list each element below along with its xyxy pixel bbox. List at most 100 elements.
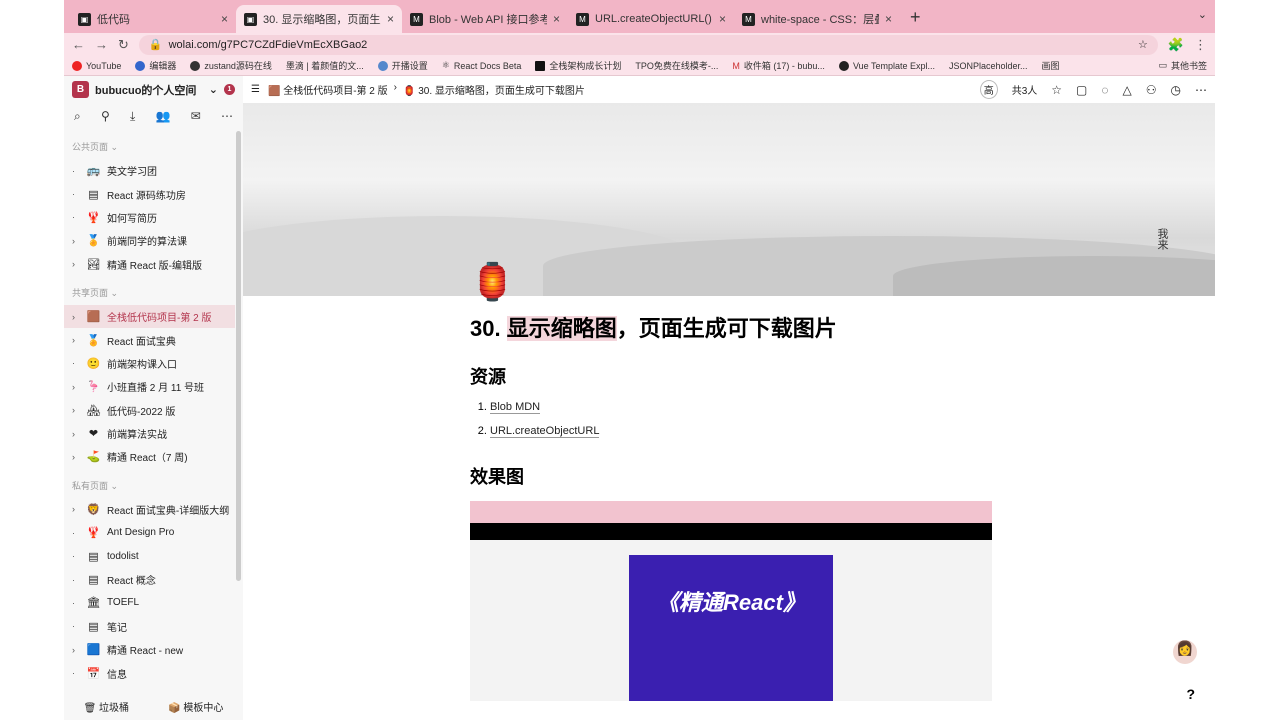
star-icon[interactable]: ☆ <box>1051 83 1062 97</box>
chevron-down-icon: ⌄ <box>208 84 218 96</box>
page-title[interactable]: 30. 显示缩略图，页面生成可下载图片 <box>470 311 1000 343</box>
workspace-switcher[interactable]: Bbubucuo的个人空间 ⌄ 1 <box>64 76 243 103</box>
chevron-right-icon[interactable]: › <box>72 452 80 462</box>
templates-button[interactable]: 📦 模板中心 <box>168 699 223 714</box>
more-icon[interactable]: ⋯ <box>221 109 233 124</box>
tab-blob-mdn[interactable]: MBlob - Web API 接口参考 | MDN× <box>402 5 568 33</box>
members-icon[interactable]: 👥 <box>156 109 171 124</box>
section-header[interactable]: 共享页面 ⌄ <box>64 276 243 305</box>
bullet-icon: · <box>72 189 75 200</box>
sidebar-item[interactable]: · 🏛 TOEFL <box>64 591 243 614</box>
bookmark[interactable]: zustand源码在线 <box>190 59 272 72</box>
bookmark[interactable]: 墨滴 | 着颜值的文... <box>286 59 364 72</box>
bookmark[interactable]: 编辑器 <box>135 59 176 72</box>
heading-resources: 资源 <box>470 367 506 387</box>
search-icon[interactable]: ⌕ <box>74 109 81 124</box>
chevron-right-icon[interactable]: › <box>72 382 80 392</box>
share-user-icon[interactable]: ⚇ <box>1146 83 1157 97</box>
sidebar-item[interactable]: › 🦁 React 面试宝典-详细版大纲 <box>64 498 243 521</box>
bookmark[interactable]: M 收件箱 (17) - bubu... <box>732 59 825 72</box>
sidebar-item[interactable]: › 🏘 低代码-2022 版 <box>64 399 243 422</box>
chevron-right-icon[interactable]: › <box>72 335 80 345</box>
bookmark[interactable]: JSONPlaceholder... <box>949 61 1028 71</box>
level-badge[interactable]: 高 <box>979 80 998 99</box>
inbox-icon[interactable]: ✉ <box>191 109 201 124</box>
bookmark[interactable]: 开播设置 <box>377 59 428 72</box>
sidebar-item[interactable]: › 🏅 前端同学的算法课 <box>64 229 243 252</box>
sidebar-item[interactable]: › 🏅 React 面试宝典 <box>64 328 243 351</box>
bookmark[interactable]: Vue Template Expl... <box>838 60 935 71</box>
close-icon[interactable]: × <box>553 12 560 26</box>
link-createobjecturl[interactable]: URL.createObjectURL <box>490 425 600 438</box>
close-icon[interactable]: × <box>387 12 394 26</box>
page-emoji-icon[interactable]: 🏮 <box>470 261 1000 303</box>
graph-icon[interactable]: ⚲ <box>101 109 110 124</box>
close-icon[interactable]: × <box>885 12 892 26</box>
chevron-right-icon[interactable]: › <box>72 259 80 269</box>
bookmark[interactable]: YouTube <box>72 60 121 71</box>
avatar[interactable]: 👩 <box>1173 640 1197 664</box>
graph-icon[interactable]: △ <box>1123 83 1132 97</box>
tab-current[interactable]: ▣30. 显示缩略图，页面生成可下载图片× <box>236 5 402 33</box>
menu-toggle-icon[interactable]: ☰ <box>251 84 260 95</box>
chevron-right-icon[interactable]: › <box>72 504 80 514</box>
tab-createobjecturl[interactable]: MURL.createObjectURL() - Web× <box>568 5 734 33</box>
chat-icon[interactable]: ◌ <box>1101 83 1108 97</box>
star-icon[interactable]: ☆ <box>1138 38 1148 51</box>
sidebar-item[interactable]: · 🚌 英文学习团 <box>64 159 243 182</box>
folder-icon: ▭ <box>1158 60 1167 70</box>
trash-button[interactable]: 🗑 垃圾桶 <box>84 699 129 714</box>
sidebar-item[interactable]: · ▤ todolist <box>64 544 243 567</box>
sidebar-item[interactable]: · 📅 信息 <box>64 661 243 684</box>
import-icon[interactable]: ⤓ <box>130 109 135 124</box>
bookmark-icon <box>377 60 388 71</box>
new-tab-button[interactable]: + <box>900 7 921 33</box>
chevron-right-icon[interactable]: › <box>72 429 80 439</box>
sidebar-item[interactable]: › 🏞 精通 React 版-编辑版 <box>64 253 243 276</box>
sidebar-item[interactable]: › 🟫 全栈低代码项目-第 2 版 <box>64 304 235 329</box>
sidebar-item[interactable]: · ▤ React 源码练功房 <box>64 182 243 205</box>
sidebar-item[interactable]: · ▤ React 概念 <box>64 568 243 591</box>
chevron-right-icon[interactable]: › <box>72 236 80 246</box>
bookmark[interactable]: TPO免费在线模考-... <box>635 59 718 72</box>
help-icon[interactable]: ? <box>1186 686 1195 702</box>
page-icon: 🏅 <box>86 334 101 347</box>
more-icon[interactable]: ⋯ <box>1195 83 1207 97</box>
url-input[interactable]: 🔒 wolai.com/g7PC7CZdFdieVmEcXBGao2 ☆ <box>138 34 1158 55</box>
breadcrumb-item[interactable]: 🏮 30. 显示缩略图，页面生成可下载图片 <box>403 82 585 97</box>
sidebar-item[interactable]: › 🟦 精通 React - new <box>64 638 243 661</box>
chevron-down-icon[interactable]: ⌄ <box>1198 8 1207 21</box>
sidebar-item[interactable]: · 🦞 Ant Design Pro <box>64 521 243 544</box>
back-icon[interactable]: ← <box>72 37 85 52</box>
tab-lowcode[interactable]: ▣ 低代码 × <box>70 5 236 33</box>
bookmark[interactable]: 画图 <box>1042 59 1060 72</box>
scrollbar[interactable] <box>236 131 241 581</box>
sidebar-item[interactable]: › ❤ 前端算法实战 <box>64 422 243 445</box>
sidebar-item[interactable]: › 🦩 小班直播 2 月 11 号班 <box>64 375 243 398</box>
bookmark[interactable]: ⚛ React Docs Beta <box>442 60 522 71</box>
chevron-right-icon[interactable]: › <box>72 405 80 415</box>
members-count[interactable]: 共3人 <box>1012 82 1038 97</box>
reload-icon[interactable]: ↻ <box>118 37 129 53</box>
page-icon: 🦩 <box>86 381 101 394</box>
link-blob-mdn[interactable]: Blob MDN <box>490 401 541 414</box>
sidebar-item[interactable]: · 🦞 如何写简历 <box>64 206 243 229</box>
tab-white-space[interactable]: Mwhite-space - CSS：层叠样式× <box>734 5 900 33</box>
chevron-right-icon[interactable]: › <box>72 312 80 322</box>
sidebar-item[interactable]: · ▤ 笔记 <box>64 615 243 638</box>
bookmark[interactable]: 全栈架构成长计划 <box>535 59 621 72</box>
close-icon[interactable]: × <box>221 12 228 26</box>
breadcrumb-item[interactable]: 🟫 全栈低代码项目-第 2 版 <box>268 82 388 97</box>
comment-icon[interactable]: ▢ <box>1076 83 1087 97</box>
extensions-icon[interactable]: 🧩 <box>1168 37 1184 53</box>
forward-icon[interactable]: → <box>95 37 108 52</box>
sidebar-item[interactable]: › ⛳ 精通 React（7 周) <box>64 445 243 468</box>
menu-icon[interactable]: ⋮ <box>1194 37 1207 53</box>
sidebar-item[interactable]: · 🙂 前端架构课入口 <box>64 352 243 375</box>
close-icon[interactable]: × <box>719 12 726 26</box>
section-header[interactable]: 私有页面 ⌄ <box>64 469 243 498</box>
other-bookmarks[interactable]: ▭ 其他书签 <box>1158 59 1207 72</box>
history-icon[interactable]: ◷ <box>1171 83 1181 97</box>
chevron-right-icon[interactable]: › <box>72 645 80 655</box>
section-header[interactable]: 公共页面 ⌄ <box>64 130 243 159</box>
